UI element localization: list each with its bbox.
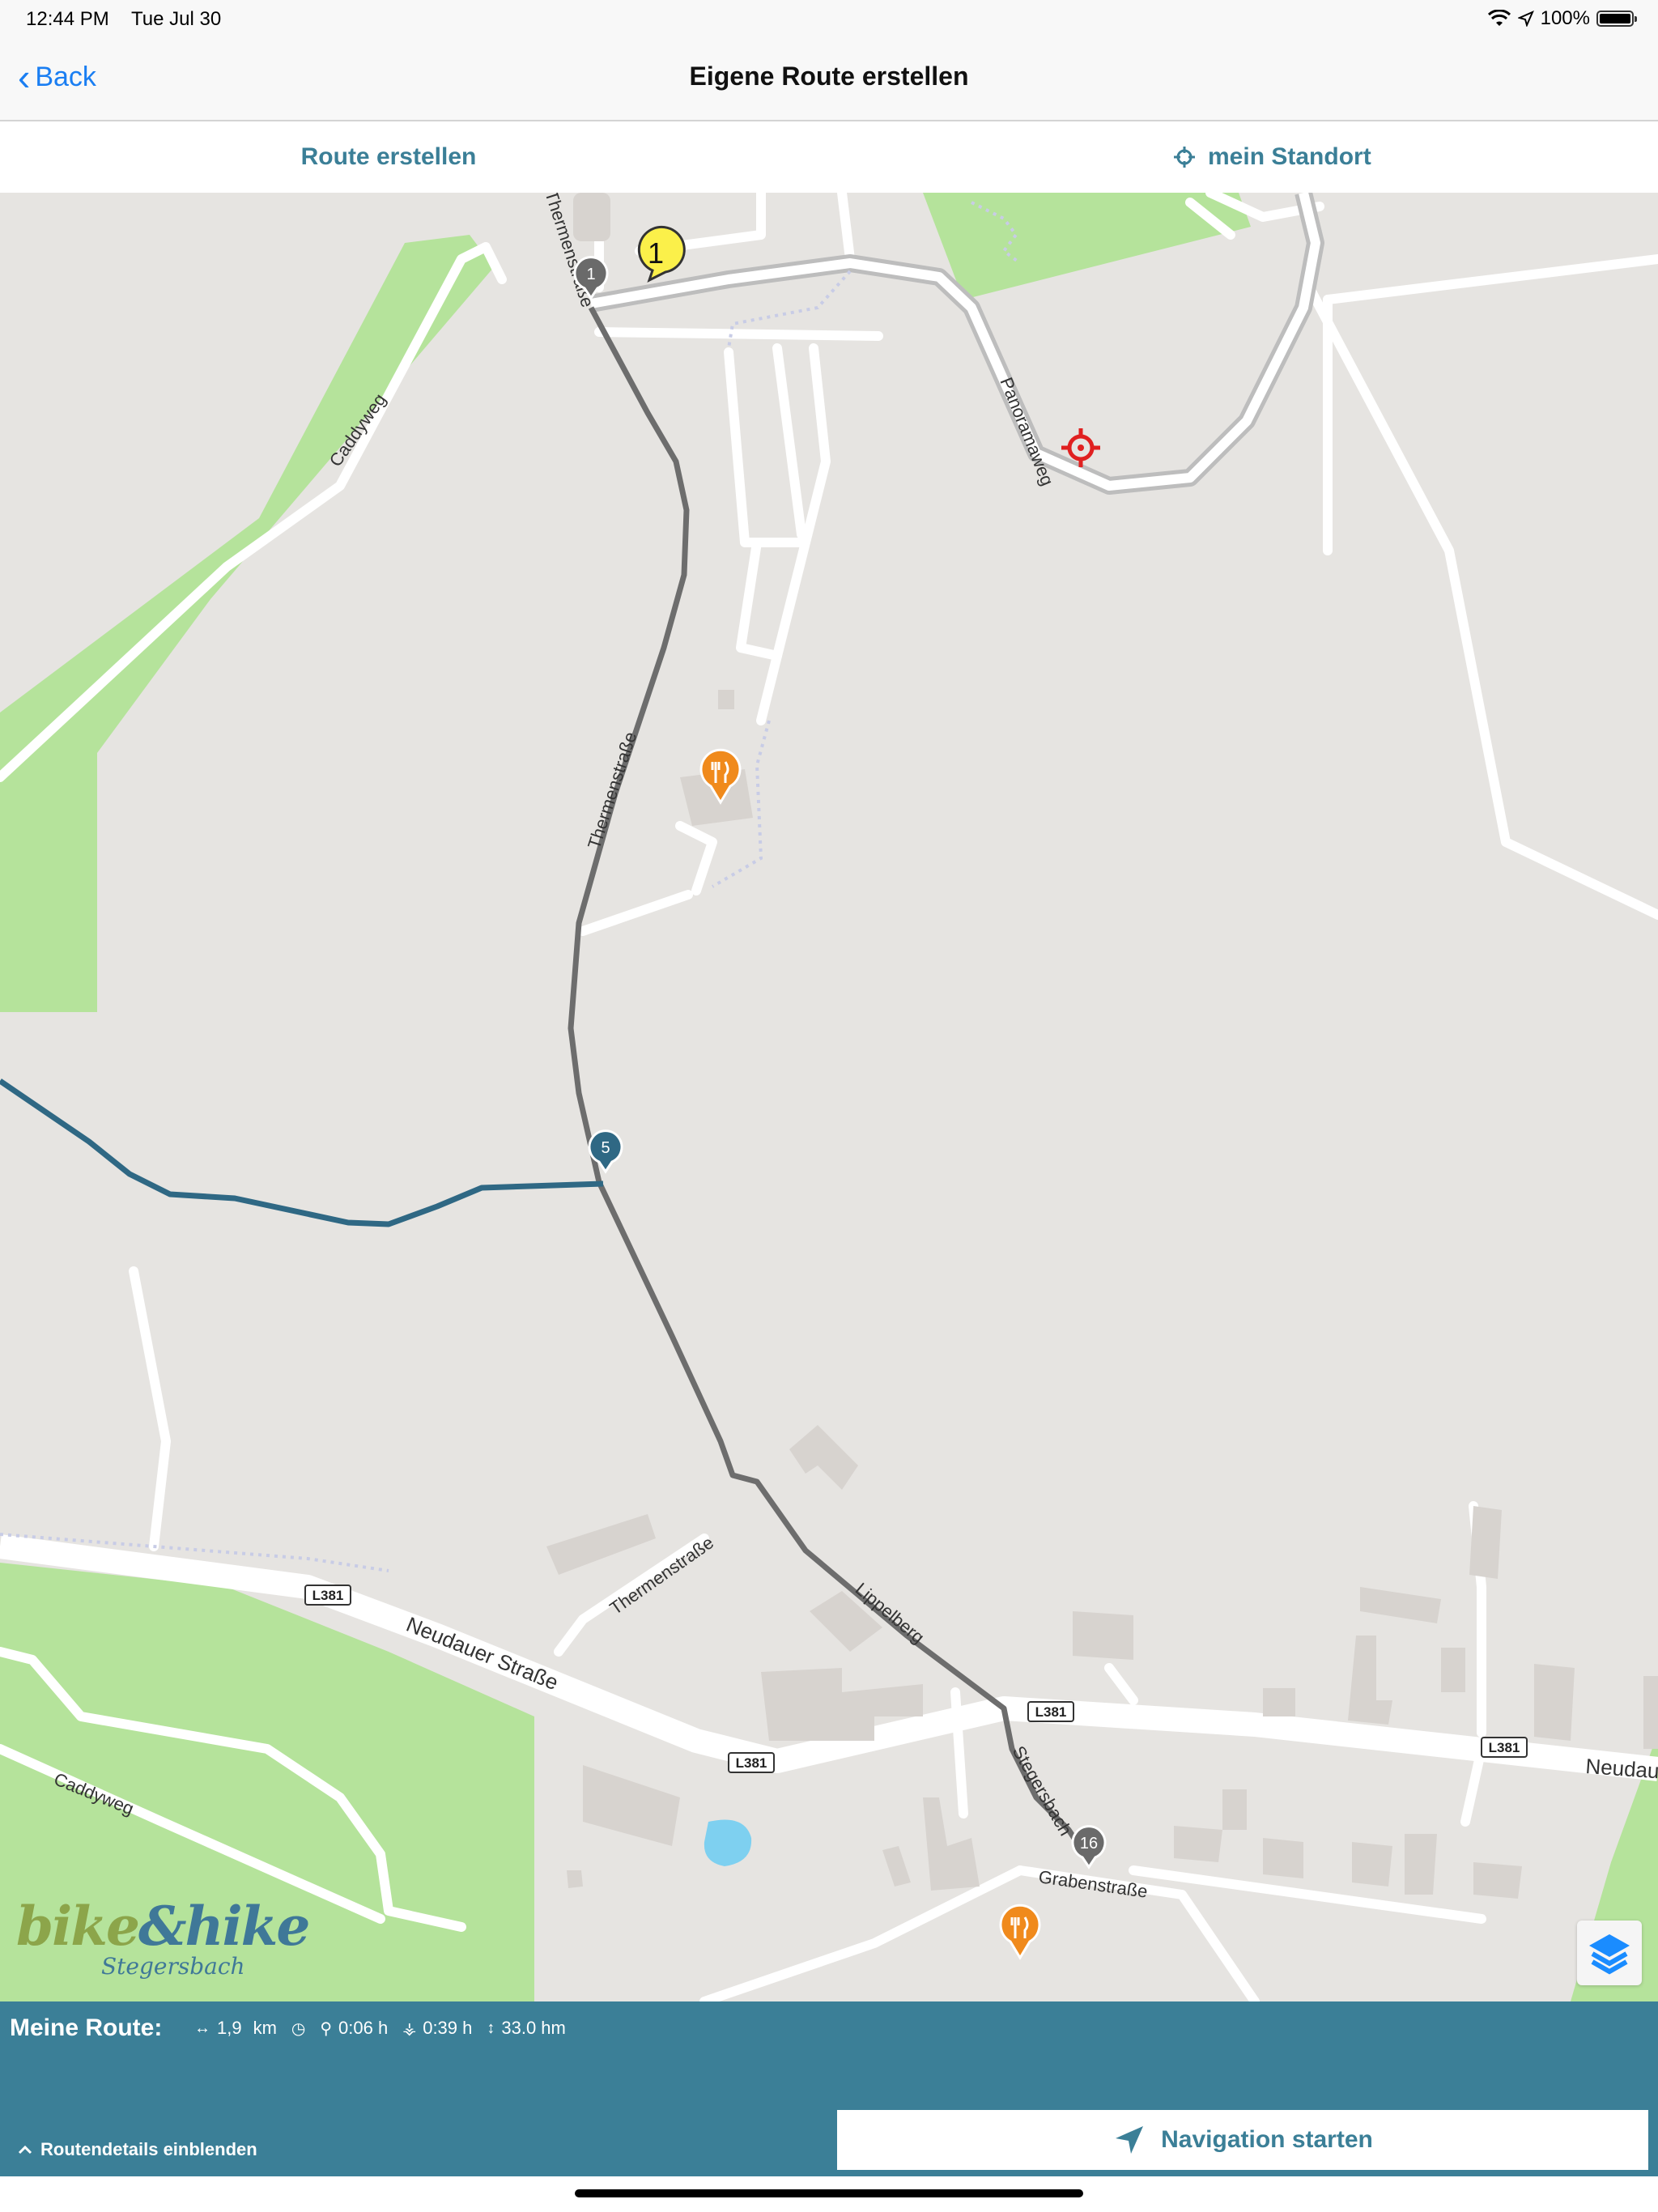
label-thermenstrasse-mid: Thermenstraße xyxy=(584,730,640,852)
route-line-blue xyxy=(0,1078,604,1227)
elevation-icon: ↕ xyxy=(487,2018,495,2037)
map-view[interactable]: Caddyweg Thermenstraße Thermenstraße Pan… xyxy=(0,193,1658,2001)
layers-icon xyxy=(1589,1934,1630,1975)
bicycle-icon: ⚲ xyxy=(320,2019,333,2038)
crosshair-icon xyxy=(1174,147,1195,168)
logo-subtitle: Stegersbach xyxy=(101,1953,245,1980)
map-toolbar: Route erstellen mein Standort xyxy=(0,121,1658,193)
walking-icon: ⚶ xyxy=(402,2019,417,2038)
my-location-label: mein Standort xyxy=(1208,143,1371,170)
route-distance-unit: km xyxy=(253,2018,277,2038)
page-title: Eigene Route erstellen xyxy=(689,62,969,91)
wifi-icon xyxy=(1487,10,1511,26)
road-shield-label: L381 xyxy=(1035,1704,1067,1720)
map-canvas[interactable]: Caddyweg Thermenstraße Thermenstraße Pan… xyxy=(0,193,1658,2001)
start-navigation-label: Navigation starten xyxy=(1161,2126,1373,2153)
road-shield: L381 xyxy=(1481,1737,1528,1758)
road-shield: L381 xyxy=(728,1752,775,1773)
label-panoramaweg: Panoramaweg xyxy=(996,375,1057,489)
start-marker-label: 1 xyxy=(648,236,664,270)
label-stegersbach: Stegersbach xyxy=(1009,1742,1076,1839)
map-layers-button[interactable] xyxy=(1577,1921,1642,1985)
status-bar: 12:44 PM Tue Jul 30 100% xyxy=(0,0,1658,37)
route-summary-title: Meine Route: xyxy=(10,2014,163,2041)
waypoint-label: 16 xyxy=(1080,1835,1098,1853)
road-shield: L381 xyxy=(1027,1701,1074,1722)
status-date: Tue Jul 30 xyxy=(131,8,222,30)
my-location-button[interactable]: mein Standort xyxy=(891,121,1619,193)
route-bike-time: 0:06 h xyxy=(338,2018,389,2038)
show-route-details-label: Routendetails einblenden xyxy=(40,2139,257,2159)
route-stats: ↔ 1,9 km ◷ ⚲ 0:06 h ⚶ 0:39 h ↕ 33.0 hm xyxy=(186,2018,566,2039)
start-navigation-button[interactable]: Navigation starten xyxy=(837,2110,1648,2170)
battery-icon xyxy=(1596,11,1637,27)
logo-bike: bike xyxy=(16,1895,140,1958)
waypoint-label: 1 xyxy=(586,266,595,283)
status-right: 100% xyxy=(1487,7,1637,30)
status-time: 12:44 PM xyxy=(26,8,109,30)
home-indicator[interactable] xyxy=(575,2189,1083,2197)
logo-amp: & xyxy=(138,1895,187,1958)
create-route-label: Route erstellen xyxy=(300,143,477,170)
chevron-up-icon xyxy=(18,2145,32,2155)
road-shield-label: L381 xyxy=(1489,1740,1520,1755)
navigation-bar: ‹ Back Eigene Route erstellen xyxy=(0,37,1658,121)
road-shield-label: L381 xyxy=(736,1755,767,1771)
start-marker: 1 xyxy=(637,225,686,283)
distance-icon: ↔ xyxy=(194,2018,210,2037)
navigation-arrow-icon xyxy=(1116,2126,1144,2154)
create-route-button[interactable]: Route erstellen xyxy=(0,121,777,193)
label-neudauer-east: Neudau xyxy=(1585,1754,1658,1783)
route-distance: 1,9 xyxy=(217,2018,242,2038)
clock-icon: ◷ xyxy=(291,2019,306,2038)
green-area-northwest xyxy=(0,235,494,1012)
battery-percent: 100% xyxy=(1540,7,1590,29)
show-route-details-toggle[interactable]: Routendetails einblenden xyxy=(18,2139,257,2160)
route-elevation: 33.0 hm xyxy=(501,2018,566,2038)
pond xyxy=(704,1819,752,1866)
road-shield-label: L381 xyxy=(312,1588,344,1603)
waypoint-marker-16: 16 xyxy=(1071,1825,1107,1870)
restaurant-poi-icon xyxy=(999,1904,1041,1960)
route-walk-time: 0:39 h xyxy=(423,2018,473,2038)
logo-hike: hike xyxy=(185,1895,311,1958)
bike-hike-logo: bike&hike Stegersbach xyxy=(16,1895,310,1992)
road-shield: L381 xyxy=(304,1585,351,1606)
home-indicator-bar xyxy=(0,2176,1658,2212)
location-arrow-icon xyxy=(1517,11,1534,27)
waypoint-label: 5 xyxy=(601,1139,610,1157)
logo-wordmark: bike&hike xyxy=(16,1895,310,1958)
